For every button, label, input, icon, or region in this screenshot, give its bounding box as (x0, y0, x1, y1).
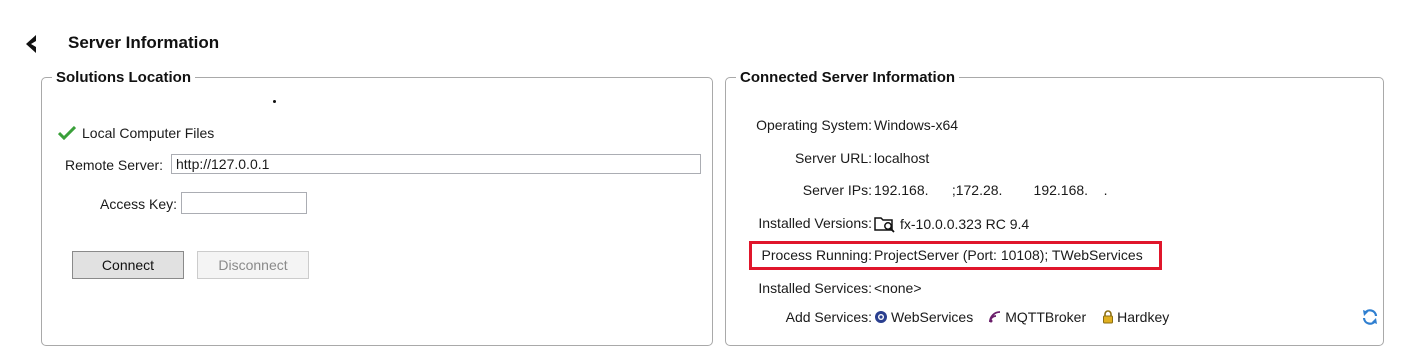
process-running-row: Process Running: ProjectServer (Port: 10… (726, 247, 1366, 267)
remote-server-label: Remote Server: (65, 157, 164, 173)
hardkey-label: Hardkey (1117, 309, 1170, 325)
add-services-list: WebServices MQTTBroker Hardkey (874, 309, 1181, 325)
installed-versions-row: Installed Versions: fx-10.0.0.323 RC 9.4 (726, 215, 1366, 235)
add-hardkey-link[interactable]: Hardkey (1102, 309, 1169, 325)
installed-versions-value: fx-10.0.0.323 RC 9.4 (874, 215, 1029, 233)
installed-services-label: Installed Services: (758, 280, 872, 296)
process-running-value: ProjectServer (Port: 10108); TWebService… (874, 247, 1143, 263)
check-icon (58, 126, 76, 140)
solutions-location-legend: Solutions Location (56, 69, 191, 86)
access-key-label: Access Key: (100, 196, 178, 212)
os-row: Operating System: Windows-x64 (726, 117, 1366, 137)
disconnect-button[interactable]: Disconnect (197, 251, 309, 279)
server-url-label: Server URL: (794, 150, 872, 166)
local-files-option[interactable]: Local Computer Files (58, 125, 214, 141)
os-label: Operating System: (756, 117, 872, 133)
process-running-label: Process Running: (761, 247, 872, 263)
server-ips-row: Server IPs: 192.168. ;172.28. 192.168. . (726, 182, 1366, 202)
server-ips-label: Server IPs: (802, 182, 872, 198)
add-mqttbroker-link[interactable]: MQTTBroker (989, 309, 1086, 325)
mqtt-icon (989, 311, 1001, 323)
folder-search-icon[interactable] (874, 215, 896, 233)
server-ips-value: 192.168. ;172.28. 192.168. . (874, 182, 1108, 198)
back-arrow-icon[interactable] (22, 34, 40, 54)
connect-button[interactable]: Connect (72, 251, 184, 279)
installed-versions-label: Installed Versions: (758, 215, 872, 231)
installed-services-value: <none> (874, 280, 922, 296)
remote-server-input[interactable]: http://127.0.0.1 (171, 154, 701, 174)
webservices-icon (875, 311, 887, 323)
os-value: Windows-x64 (874, 117, 959, 133)
webservices-label: WebServices (891, 309, 974, 325)
page-title: Server Information (68, 33, 220, 52)
connected-server-group: Connected Server Information Operating S… (725, 69, 1384, 346)
connected-server-legend: Connected Server Information (740, 69, 956, 86)
installed-versions-text: fx-10.0.0.323 RC 9.4 (900, 216, 1030, 232)
stray-dot (273, 100, 276, 103)
local-files-label: Local Computer Files (82, 125, 215, 141)
solutions-location-group: Solutions Location Local Computer Files … (41, 69, 713, 346)
mqttbroker-label: MQTTBroker (1005, 309, 1087, 325)
add-services-row: Add Services: WebServices MQTTBroker Har… (726, 309, 1366, 329)
add-services-label: Add Services: (785, 309, 872, 325)
add-webservices-link[interactable]: WebServices (874, 309, 973, 325)
access-key-input[interactable] (181, 192, 307, 214)
refresh-icon[interactable] (1361, 308, 1379, 326)
lock-icon (1103, 310, 1114, 324)
server-url-row: Server URL: localhost (726, 150, 1366, 170)
server-url-value: localhost (874, 150, 930, 166)
installed-services-row: Installed Services: <none> (726, 280, 1366, 300)
